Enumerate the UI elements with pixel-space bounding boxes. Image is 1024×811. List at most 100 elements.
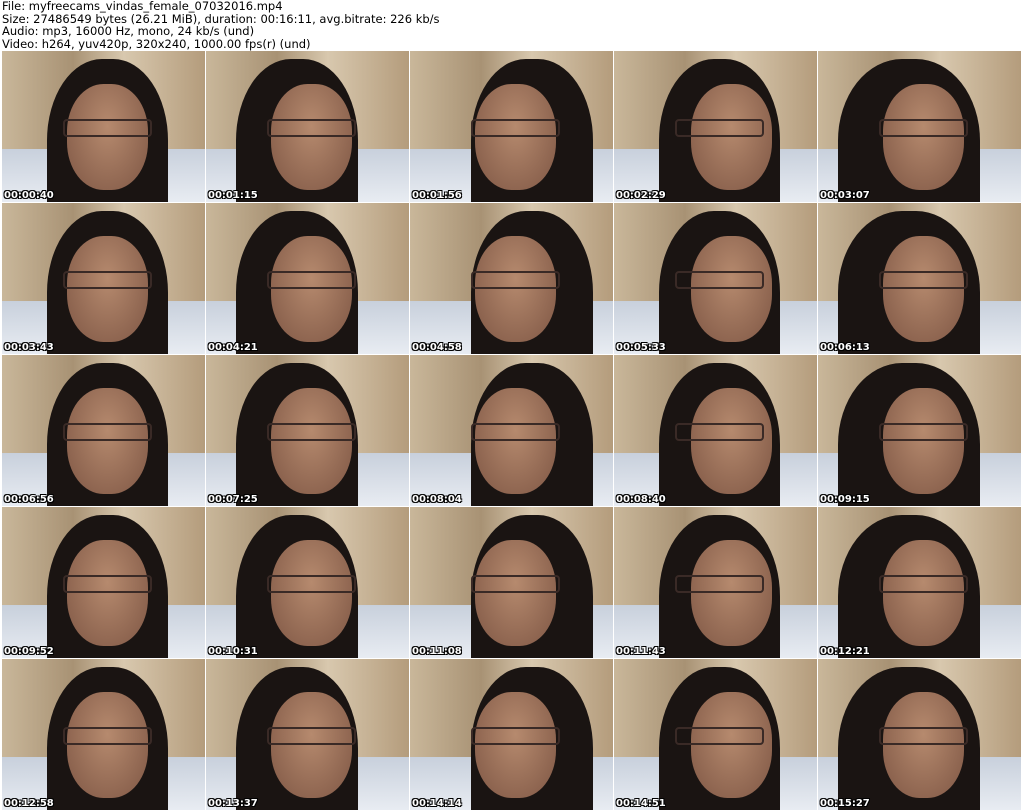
glasses	[266, 118, 357, 138]
timestamp: 00:12:21	[820, 646, 870, 657]
timestamp: 00:12:58	[4, 798, 54, 809]
video-thumbnail: 00:13:37	[206, 659, 409, 810]
timestamp: 00:01:15	[208, 190, 258, 201]
person-face	[882, 388, 965, 494]
person-face	[270, 236, 353, 342]
video-thumbnail: 00:12:58	[2, 659, 205, 810]
person-face	[691, 388, 773, 494]
timestamp: 00:11:43	[616, 646, 666, 657]
person-face	[66, 692, 149, 798]
timestamp: 00:08:40	[616, 494, 666, 505]
timestamp: 00:02:29	[616, 190, 666, 201]
person-face	[474, 236, 557, 342]
video-thumbnail: 00:01:15	[206, 51, 409, 202]
video-thumbnail: 00:11:08	[410, 507, 613, 658]
glasses	[878, 270, 969, 290]
file-info-header: File: myfreecams_vindas_female_07032016.…	[2, 0, 440, 50]
file-name: File: myfreecams_vindas_female_07032016.…	[2, 0, 283, 13]
person-face	[270, 692, 353, 798]
person-face	[66, 388, 149, 494]
glasses	[266, 574, 357, 594]
timestamp: 00:09:15	[820, 494, 870, 505]
video-thumbnail: 00:03:07	[818, 51, 1021, 202]
video-thumbnail: 00:12:21	[818, 507, 1021, 658]
glasses	[62, 118, 153, 138]
video-thumbnail: 00:05:33	[614, 203, 817, 354]
video-thumbnail: 00:03:43	[2, 203, 205, 354]
timestamp: 00:04:58	[412, 342, 462, 353]
person-face	[66, 236, 149, 342]
glasses	[470, 574, 561, 594]
video-thumbnail: 00:00:40	[2, 51, 205, 202]
person-face	[270, 84, 353, 190]
timestamp: 00:05:33	[616, 342, 666, 353]
video-thumbnail: 00:08:04	[410, 355, 613, 506]
video-thumbnail: 00:09:52	[2, 507, 205, 658]
timestamp: 00:04:21	[208, 342, 258, 353]
glasses	[674, 118, 765, 138]
glasses	[266, 726, 357, 746]
glasses	[62, 270, 153, 290]
thumbnail-grid: 00:00:40 00:01:15 00:01:56 00:02:29 00:03:07…	[2, 51, 1021, 810]
timestamp: 00:06:56	[4, 494, 54, 505]
person-face	[691, 692, 773, 798]
video-thumbnail: 00:06:56	[2, 355, 205, 506]
glasses	[62, 726, 153, 746]
timestamp: 00:10:31	[208, 646, 258, 657]
timestamp: 00:14:51	[616, 798, 666, 809]
person-face	[474, 692, 557, 798]
person-face	[270, 540, 353, 646]
timestamp: 00:06:13	[820, 342, 870, 353]
person-face	[474, 84, 557, 190]
timestamp: 00:09:52	[4, 646, 54, 657]
glasses	[62, 422, 153, 442]
person-face	[691, 236, 773, 342]
person-face	[882, 84, 965, 190]
timestamp: 00:14:14	[412, 798, 462, 809]
timestamp: 00:01:56	[412, 190, 462, 201]
video-thumbnail: 00:04:21	[206, 203, 409, 354]
video-thumbnail: 00:01:56	[410, 51, 613, 202]
timestamp: 00:00:40	[4, 190, 54, 201]
person-face	[882, 692, 965, 798]
person-face	[691, 540, 773, 646]
glasses	[878, 574, 969, 594]
glasses	[266, 422, 357, 442]
glasses	[674, 574, 765, 594]
video-thumbnail: 00:04:58	[410, 203, 613, 354]
timestamp: 00:03:07	[820, 190, 870, 201]
audio-info: Audio: mp3, 16000 Hz, mono, 24 kb/s (und…	[2, 24, 255, 38]
timestamp: 00:07:25	[208, 494, 258, 505]
person-face	[882, 540, 965, 646]
video-info: Video: h264, yuv420p, 320x240, 1000.00 f…	[2, 36, 311, 51]
video-thumbnail: 00:14:51	[614, 659, 817, 810]
person-face	[66, 84, 149, 190]
glasses	[266, 270, 357, 290]
video-thumbnail: 00:11:43	[614, 507, 817, 658]
glasses	[470, 270, 561, 290]
glasses	[674, 726, 765, 746]
timestamp: 00:08:04	[412, 494, 462, 505]
timestamp: 00:03:43	[4, 342, 54, 353]
person-face	[474, 540, 557, 646]
video-thumbnail: 00:02:29	[614, 51, 817, 202]
person-face	[474, 388, 557, 494]
timestamp: 00:15:27	[820, 798, 870, 809]
video-thumbnail: 00:14:14	[410, 659, 613, 810]
video-thumbnail: 00:15:27	[818, 659, 1021, 810]
video-thumbnail: 00:07:25	[206, 355, 409, 506]
person-face	[270, 388, 353, 494]
person-face	[691, 84, 773, 190]
video-thumbnail: 00:09:15	[818, 355, 1021, 506]
video-thumbnail: 00:10:31	[206, 507, 409, 658]
video-thumbnail: 00:08:40	[614, 355, 817, 506]
person-face	[882, 236, 965, 342]
glasses	[470, 726, 561, 746]
glasses	[674, 422, 765, 442]
glasses	[878, 726, 969, 746]
glasses	[878, 118, 969, 138]
video-thumbnail: 00:06:13	[818, 203, 1021, 354]
person-face	[66, 540, 149, 646]
timestamp: 00:13:37	[208, 798, 258, 809]
glasses	[878, 422, 969, 442]
